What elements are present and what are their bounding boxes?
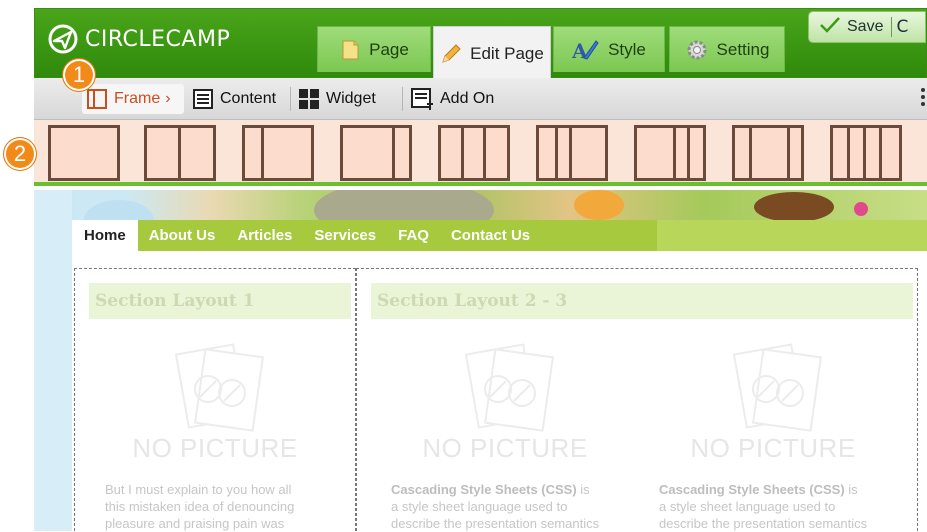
no-picture-placeholder: NO PICTURE: [405, 337, 605, 464]
nav-item-contact-us[interactable]: Contact Us: [440, 220, 541, 251]
tab-edit-page[interactable]: Edit Page: [433, 26, 551, 80]
section-paragraph: Cascading Style Sheets (CSS) is a style …: [659, 481, 889, 532]
circlecamp-logo-icon: [48, 24, 78, 54]
layout-2-columns-equal[interactable]: [144, 125, 216, 181]
save-button-label: Save: [847, 18, 884, 35]
paragraph-tail: is: [844, 482, 858, 497]
frame-icon: [86, 88, 108, 110]
content-label: Content: [220, 90, 277, 107]
widget-icon: [298, 88, 320, 110]
paragraph-bold: Cascading Style Sheets (CSS): [391, 482, 577, 497]
image-placeholder-icon: [732, 343, 822, 432]
no-picture-text: NO PICTURE: [132, 433, 298, 463]
step-badge-2: 2: [3, 137, 37, 171]
header-illustration: [34, 190, 927, 220]
tab-setting[interactable]: Setting: [669, 26, 785, 72]
widget-button[interactable]: Widget: [298, 84, 376, 114]
nav-item-home[interactable]: Home: [72, 220, 138, 251]
tab-style-label: Style: [608, 39, 646, 59]
image-placeholder-icon: [174, 343, 264, 432]
brand-logo[interactable]: CIRCLECAMP: [47, 23, 230, 55]
page-left-edge: [34, 190, 72, 531]
paragraph-line: pleasure and praising pain was: [105, 516, 285, 531]
paragraph-tail: is: [576, 482, 590, 497]
layout-3-columns-wide-left[interactable]: [634, 125, 706, 181]
add-on-icon: [410, 87, 434, 111]
tab-edit-page-label: Edit Page: [470, 43, 544, 63]
nav-item-about-us[interactable]: About Us: [138, 220, 227, 251]
no-picture-text: NO PICTURE: [690, 433, 856, 463]
save-overflow-glyph[interactable]: C: [896, 17, 908, 37]
no-picture-placeholder: NO PICTURE: [673, 337, 873, 464]
no-picture-text: NO PICTURE: [422, 433, 588, 463]
image-placeholder-icon: [464, 343, 554, 432]
toolbar-divider: [290, 87, 291, 111]
section-layout-2-3[interactable]: Section Layout 2 - 3 NO PICTURE NO PICTU…: [356, 268, 918, 531]
paragraph-line: a style sheet language used to: [391, 499, 568, 514]
layout-4-columns[interactable]: [830, 125, 902, 181]
nav-item-faq[interactable]: FAQ: [387, 220, 440, 251]
gear-icon: [685, 38, 709, 62]
tab-page[interactable]: Page: [317, 26, 431, 72]
nav-bar-filler: [657, 220, 927, 251]
paragraph-line: describe the presentation semantics: [391, 516, 600, 531]
nav-item-articles[interactable]: Articles: [226, 220, 303, 251]
content-button[interactable]: Content: [192, 84, 276, 114]
layout-1-column[interactable]: [48, 125, 120, 181]
pencil-icon: [440, 43, 462, 65]
paragraph-line: a style sheet language used to: [659, 499, 836, 514]
app-header: CIRCLECAMP Page Edit Page A Style Settin…: [34, 8, 927, 80]
section-paragraph: Cascading Style Sheets (CSS) is a style …: [391, 481, 621, 532]
frame-label: Frame: [114, 90, 161, 107]
paragraph-line: Cascading Style Sheets (CSS) is: [659, 481, 889, 498]
frame-layout-strip: [34, 120, 927, 186]
frame-button[interactable]: Frame ›: [82, 84, 184, 114]
paragraph-bold: Cascading Style Sheets (CSS): [659, 482, 845, 497]
toolbar-more-icon[interactable]: [921, 88, 927, 110]
tab-page-label: Page: [369, 39, 409, 59]
save-divider: [891, 17, 893, 37]
layout-3-columns-wide-right[interactable]: [536, 125, 608, 181]
paragraph-line: But I must explain to you how all: [105, 482, 292, 497]
site-nav-bar: Home About Us Articles Services FAQ Cont…: [72, 220, 927, 251]
section-paragraph: But I must explain to you how all this m…: [105, 481, 335, 532]
chevron-right-icon: ›: [165, 90, 171, 107]
tab-setting-label: Setting: [716, 39, 770, 59]
tab-style[interactable]: A Style: [553, 26, 665, 72]
edit-toolbar: Frame › Content Widget Add On: [34, 78, 927, 120]
page-icon: [339, 39, 361, 61]
layout-3-columns-equal[interactable]: [438, 125, 510, 181]
layout-2-columns-narrow-left[interactable]: [242, 125, 314, 181]
add-on-button[interactable]: Add On: [410, 84, 494, 114]
content-icon: [192, 88, 214, 110]
no-picture-placeholder: NO PICTURE: [115, 337, 315, 464]
section-layout-1[interactable]: Section Layout 1 NO PICTURE But I must e…: [74, 268, 356, 531]
layout-2-columns-narrow-right[interactable]: [340, 125, 412, 181]
paragraph-line: this mistaken idea of denouncing: [105, 499, 295, 514]
section-title: Section Layout 1: [89, 283, 351, 319]
paint-brush-icon: A: [572, 38, 600, 62]
save-button[interactable]: Save C: [808, 11, 926, 43]
widget-label: Widget: [326, 90, 376, 107]
checkmark-icon: [819, 16, 841, 38]
add-on-label: Add On: [440, 90, 495, 107]
brand-name: CIRCLECAMP: [85, 26, 231, 52]
paragraph-line: describe the presentation semantics: [659, 516, 868, 531]
step-badge-1: 1: [62, 58, 96, 92]
section-title: Section Layout 2 - 3: [371, 283, 913, 319]
layout-3-columns-wide-center[interactable]: [732, 125, 804, 181]
toolbar-divider: [402, 87, 403, 111]
nav-item-services[interactable]: Services: [303, 220, 387, 251]
paragraph-line: Cascading Style Sheets (CSS) is: [391, 481, 621, 498]
